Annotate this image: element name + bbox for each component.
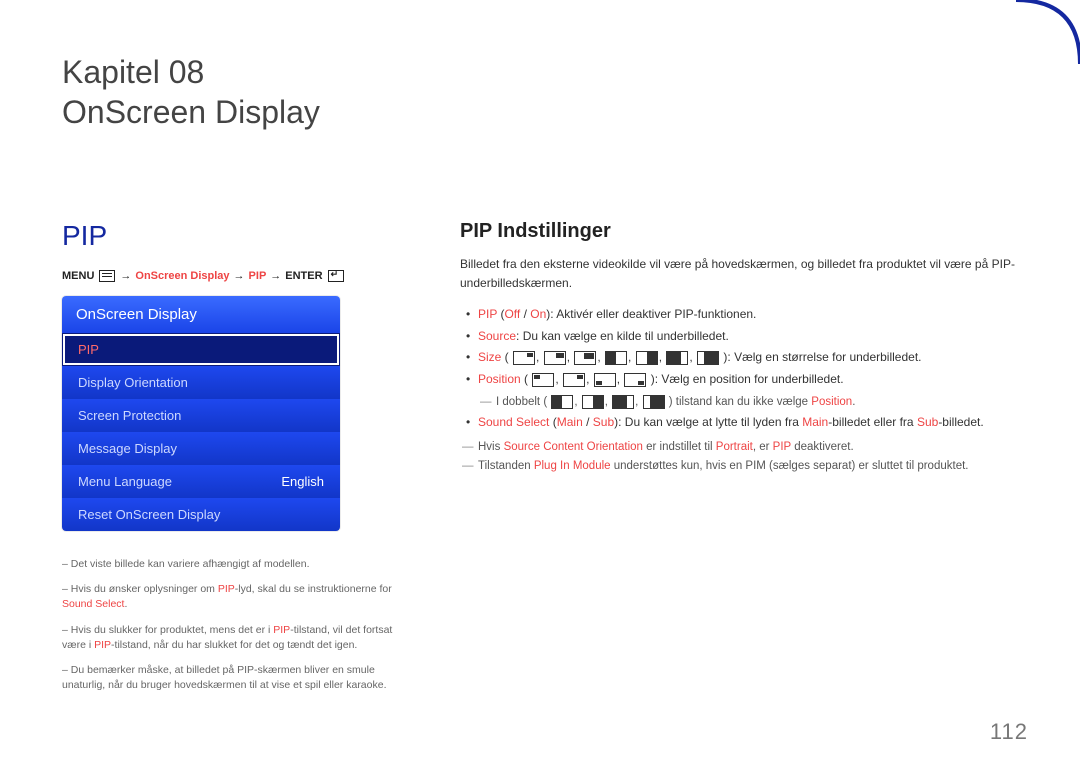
bullet-source: Source: Du kan vælge en kilde til underb… — [460, 326, 1018, 348]
settings-list: PIP (Off / On): Aktivér eller deaktiver … — [460, 304, 1018, 434]
pip-position-icon — [624, 373, 646, 387]
footnote-3: – Hvis du slukker for produktet, mens de… — [62, 623, 412, 653]
menu-path-breadcrumb: MENU → OnScreen Display → PIP → ENTER — [62, 270, 412, 282]
breadcrumb-step-1: OnScreen Display — [135, 270, 229, 282]
osd-item-label: Display Orientation — [78, 375, 188, 390]
pip-size-icon — [612, 395, 634, 409]
breadcrumb-step-2: PIP — [249, 270, 267, 282]
osd-item-label: PIP — [78, 342, 99, 357]
chapter-header: Kapitel 08 OnScreen Display — [0, 0, 1080, 132]
section-heading-pip: PIP — [62, 220, 412, 252]
pip-size-icon — [551, 395, 573, 409]
note-plugin: Tilstanden Plug In Module understøttes k… — [460, 457, 1018, 477]
osd-item-value: English — [281, 474, 324, 489]
pip-size-icon — [582, 395, 604, 409]
pip-size-icon — [513, 351, 535, 365]
pip-position-icon — [532, 373, 554, 387]
arrow-icon: → — [234, 270, 245, 282]
page-number: 112 — [990, 719, 1028, 745]
bullet-sound-select: Sound Select (Main / Sub): Du kan vælge … — [460, 412, 1018, 434]
footnote-4: – Du bemærker måske, at billedet på PIP-… — [62, 663, 412, 693]
osd-menu-title: OnScreen Display — [62, 296, 340, 333]
osd-item-label: Message Display — [78, 441, 177, 456]
pip-size-icon — [643, 395, 665, 409]
footnotes: – Det viste billede kan variere afhængig… — [62, 557, 412, 694]
note-orientation: Hvis Source Content Orientation er indst… — [460, 438, 1018, 458]
pip-size-icon — [544, 351, 566, 365]
osd-item-menu-language: Menu Language English — [62, 465, 340, 498]
chapter-number: Kapitel 08 — [62, 54, 204, 90]
bullet-pip: PIP (Off / On): Aktivér eller deaktiver … — [460, 304, 1018, 326]
pip-size-icon — [697, 351, 719, 365]
pip-position-icon — [594, 373, 616, 387]
arrow-icon: → — [270, 270, 281, 282]
osd-item-pip: PIP — [62, 333, 340, 366]
subsection-heading: PIP Indstillinger — [460, 220, 1018, 243]
osd-item-display-orientation: Display Orientation — [62, 366, 340, 399]
osd-item-label: Screen Protection — [78, 408, 181, 423]
menu-icon — [99, 270, 115, 282]
arrow-icon: → — [120, 270, 131, 282]
osd-item-label: Menu Language — [78, 474, 172, 489]
pip-size-icon — [605, 351, 627, 365]
footnote-1: – Det viste billede kan variere afhængig… — [62, 557, 412, 572]
pip-size-icon — [636, 351, 658, 365]
intro-paragraph: Billedet fra den eksterne videokilde vil… — [460, 255, 1018, 292]
page-corner-accent — [1008, 0, 1080, 72]
osd-menu-screenshot: OnScreen Display PIP Display Orientation… — [62, 296, 340, 531]
bullet-size: Size ( , , , , , , ): Vælg en størrelse … — [460, 347, 1018, 369]
pip-size-icon — [666, 351, 688, 365]
osd-item-reset: Reset OnScreen Display — [62, 498, 340, 531]
chapter-title: OnScreen Display — [62, 94, 320, 130]
pip-size-icon — [574, 351, 596, 365]
osd-item-message-display: Message Display — [62, 432, 340, 465]
enter-icon — [328, 270, 344, 282]
pip-position-icon — [563, 373, 585, 387]
osd-item-label: Reset OnScreen Display — [78, 507, 220, 522]
position-subnote: I dobbelt ( , , , ) tilstand kan du ikke… — [478, 393, 1018, 413]
footnote-2: – Hvis du ønsker oplysninger om PIP-lyd,… — [62, 582, 412, 612]
bullet-position: Position ( , , , ): Vælg en position for… — [460, 369, 1018, 412]
breadcrumb-menu-label: MENU — [62, 270, 94, 282]
breadcrumb-enter-label: ENTER — [285, 270, 322, 282]
osd-item-screen-protection: Screen Protection — [62, 399, 340, 432]
